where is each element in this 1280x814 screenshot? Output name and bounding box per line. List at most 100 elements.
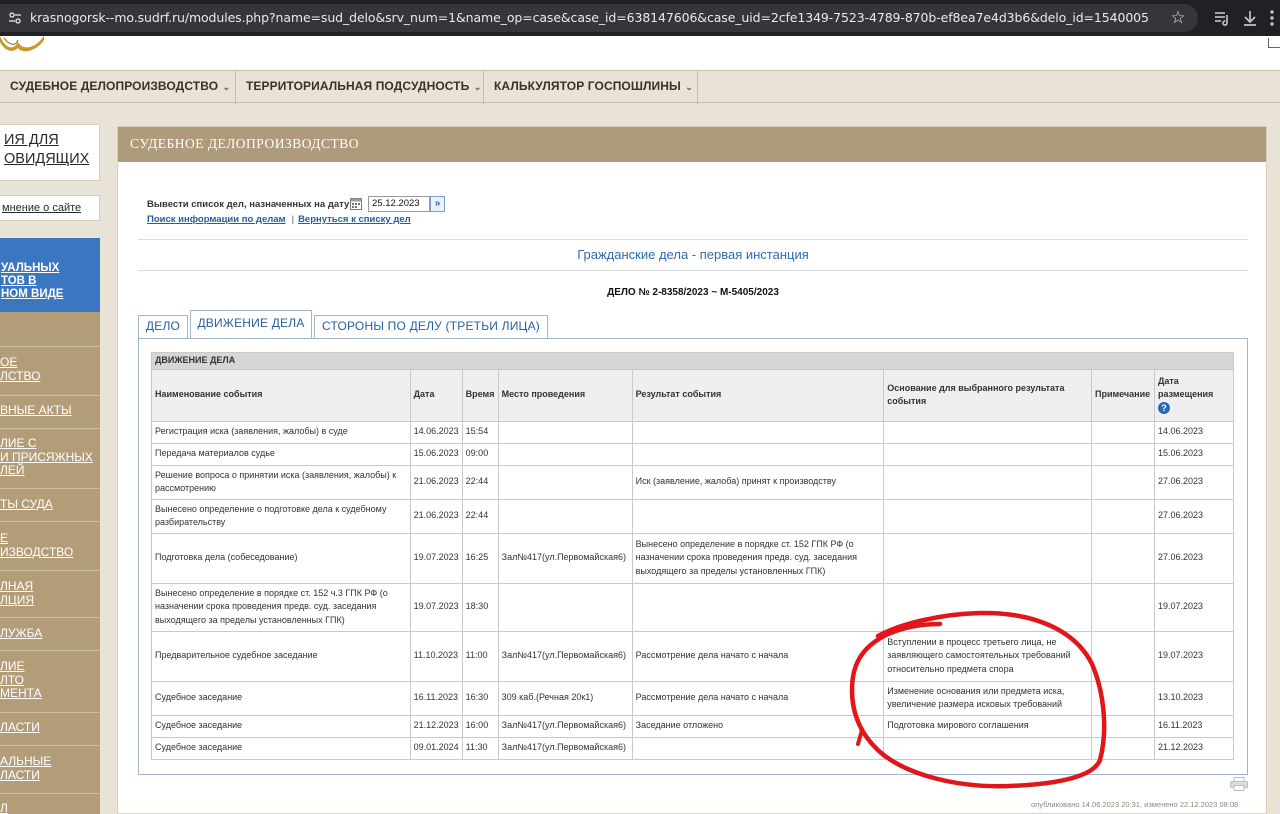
sidebar-menu-item[interactable]: ЛУЖБА	[0, 626, 100, 641]
published-info: опубликовано 14.06.2023 20:31, изменено …	[1031, 800, 1239, 809]
table-cell	[631, 736, 885, 760]
table-row: Судебное заседание 09.01.2024 11:30 Зал№417…	[151, 736, 1235, 760]
accessibility-version-link[interactable]: ИЯ ДЛЯ ОВИДЯЩИХ	[0, 124, 100, 181]
column-header-label: Результат события	[635, 389, 722, 400]
sidebar-menu-line: ЛСТВО	[0, 368, 41, 383]
table-cell: Судебное заседание	[151, 714, 411, 738]
table-cell	[631, 442, 885, 466]
table-cell	[497, 420, 633, 444]
feedback-label: мнение о сайте	[2, 202, 82, 214]
table-cell	[1090, 714, 1155, 738]
date-input[interactable]: 25.12.2023	[368, 196, 430, 212]
table-cell	[631, 420, 885, 444]
table-cell: 19.07.2023	[409, 582, 463, 632]
tab-case[interactable]: ДЕЛО	[138, 315, 188, 338]
nav-court-records[interactable]: СУДЕБНОЕ ДЕЛОПРОИЗВОДСТВО ⌄	[0, 71, 236, 104]
back-to-list-link[interactable]: Вернуться к списку дел	[298, 214, 411, 225]
sidebar-menu-line: ЛУЖБА	[0, 626, 43, 640]
table-cell	[1090, 736, 1155, 760]
table-row: Решение вопроса о принятии иска (заявлен…	[151, 464, 1235, 500]
nav-fee-calculator[interactable]: КАЛЬКУЛЯТОР ГОСПОШЛИНЫ ⌄	[484, 71, 698, 104]
table-cell: 19.07.2023	[1153, 630, 1235, 682]
table-cell: 21.06.2023	[409, 464, 463, 500]
table-cell	[631, 498, 885, 534]
feedback-link[interactable]: мнение о сайте	[0, 195, 100, 221]
sidebar-menu-item[interactable]: ЛАСТИ	[0, 720, 100, 735]
help-icon[interactable]: ?	[1157, 401, 1170, 414]
table-cell	[1090, 498, 1155, 534]
sidebar-menu	[0, 312, 100, 814]
sidebar-menu-item[interactable]: АЛЬНЫЕ ЛАСТИ	[0, 754, 100, 782]
sidebar-menu-line: ЛЦИЯ	[0, 592, 35, 607]
sidebar-menu-line: ВНЫЕ АКТЫ	[0, 403, 72, 417]
sidebar-menu-item[interactable]: Е ИЗВОДСТВО	[0, 531, 100, 559]
date-submit-button[interactable]: »	[430, 196, 445, 212]
calendar-icon[interactable]	[350, 197, 362, 210]
print-icon[interactable]	[1230, 777, 1248, 791]
sidebar-menu-item[interactable]: ЛИЕ СИ ПРИСЯЖНЫХ ЛЕЙ	[0, 436, 100, 478]
sidebar-box-line: ИЯ ДЛЯ	[4, 132, 59, 148]
sidebar-active-item[interactable]: УАЛЬНЫХ ТОВ В НОМ ВИДЕ	[0, 238, 100, 312]
table-cell: 18:30	[461, 582, 499, 632]
table-cell: Заседание отложено	[631, 714, 885, 738]
sidebar-separator	[0, 488, 100, 489]
address-bar[interactable]: krasnogorsk--mo.sudrf.ru/modules.php?nam…	[0, 4, 1198, 32]
sidebar-menu-item[interactable]: ТЫ СУДА	[0, 497, 100, 512]
table-cell: 09:00	[461, 442, 499, 466]
case-movement-table: ДВИЖЕНИЕ ДЕЛА Наименование события Дата Вре…	[151, 352, 1235, 760]
sidebar-menu-line: ЛНАЯ	[0, 579, 34, 593]
reading-list-icon[interactable]	[1212, 8, 1232, 28]
table-row: Подготовка дела (собеседование) 19.07.202…	[151, 532, 1235, 584]
table-cell: 16:30	[461, 680, 499, 716]
table-row: Регистрация иска (заявления, жалобы) в с…	[151, 420, 1235, 444]
sidebar-menu-item[interactable]: Л	[0, 801, 100, 814]
tab-case-movement[interactable]: ДВИЖЕНИЕ ДЕЛА	[190, 310, 312, 338]
table-cell: 11:00	[461, 630, 499, 682]
table-cell: 16.11.2023	[1153, 714, 1235, 738]
link-separator: |	[291, 214, 295, 225]
emblem-logo	[0, 36, 44, 52]
table-cell: Зал№417(ул.Первомайская6)	[497, 532, 633, 584]
sidebar-separator	[0, 395, 100, 396]
bookmark-star-icon[interactable]: ☆	[1168, 8, 1188, 28]
table-cell: Предварительное судебное заседание	[151, 630, 411, 682]
sidebar-menu-item[interactable]: ЛИЕ ЛТО МЕНТА	[0, 659, 100, 701]
column-header-label: Примечание	[1094, 389, 1151, 400]
sidebar-separator	[0, 745, 100, 746]
sidebar-menu-item[interactable]: ВНЫЕ АКТЫ	[0, 403, 100, 418]
sidebar-menu-item[interactable]: ОЕ ЛСТВО	[0, 355, 100, 383]
nav-territorial-jurisdiction[interactable]: ТЕРРИТОРИАЛЬНАЯ ПОДСУДНОСТЬ ⌄	[236, 71, 484, 104]
sidebar-active-line: НОМ ВИДЕ	[1, 288, 64, 300]
nav-label: КАЛЬКУЛЯТОР ГОСПОШЛИНЫ	[494, 79, 681, 93]
sidebar-separator	[0, 428, 100, 429]
sidebar-menu-line: И ПРИСЯЖНЫХ	[0, 449, 93, 464]
column-header: Дата размещения?	[1153, 368, 1235, 422]
table-cell: 16:25	[461, 532, 499, 584]
case-number: ДЕЛО № 2-8358/2023 ~ М-5405/2023	[607, 287, 779, 298]
menu-dots-icon[interactable]	[1264, 8, 1280, 28]
table-cell	[883, 736, 1092, 760]
sidebar-menu-line: ЛИЕ С	[0, 436, 37, 450]
table-cell	[883, 442, 1092, 466]
nav-label: СУДЕБНОЕ ДЕЛОПРОИЗВОДСТВО	[10, 79, 219, 93]
table-cell	[497, 464, 633, 500]
sidebar-menu-line: МЕНТА	[0, 686, 42, 700]
divider	[138, 239, 1248, 240]
sidebar-menu-line: ЛАСТИ	[0, 767, 40, 782]
sidebar-menu-item[interactable]: ЛНАЯ ЛЦИЯ	[0, 579, 100, 607]
column-header: Дата	[409, 368, 463, 422]
column-header-label: Время	[465, 389, 495, 400]
table-cell: 11:30	[461, 736, 499, 760]
tab-parties[interactable]: СТОРОНЫ ПО ДЕЛУ (ТРЕТЬИ ЛИЦА)	[314, 315, 548, 338]
search-cases-link[interactable]: Поиск информации по делам	[147, 214, 286, 225]
table-cell	[497, 498, 633, 534]
link-row: Поиск информации по делам | Вернуться к сп…	[147, 214, 411, 225]
download-icon[interactable]	[1240, 8, 1260, 28]
table-cell	[883, 498, 1092, 534]
url-text[interactable]: krasnogorsk--mo.sudrf.ru/modules.php?nam…	[30, 10, 1149, 25]
sidebar-menu-line: ТЫ СУДА	[0, 497, 53, 511]
sidebar-menu-line: Е	[0, 531, 9, 545]
content-panel: СУДЕБНОЕ ДЕЛОПРОИЗВОДСТВО Вывести список…	[117, 126, 1267, 814]
table-cell: Вынесено определение в порядке ст. 152 ч…	[151, 582, 411, 632]
site-info-icon[interactable]	[8, 11, 22, 25]
